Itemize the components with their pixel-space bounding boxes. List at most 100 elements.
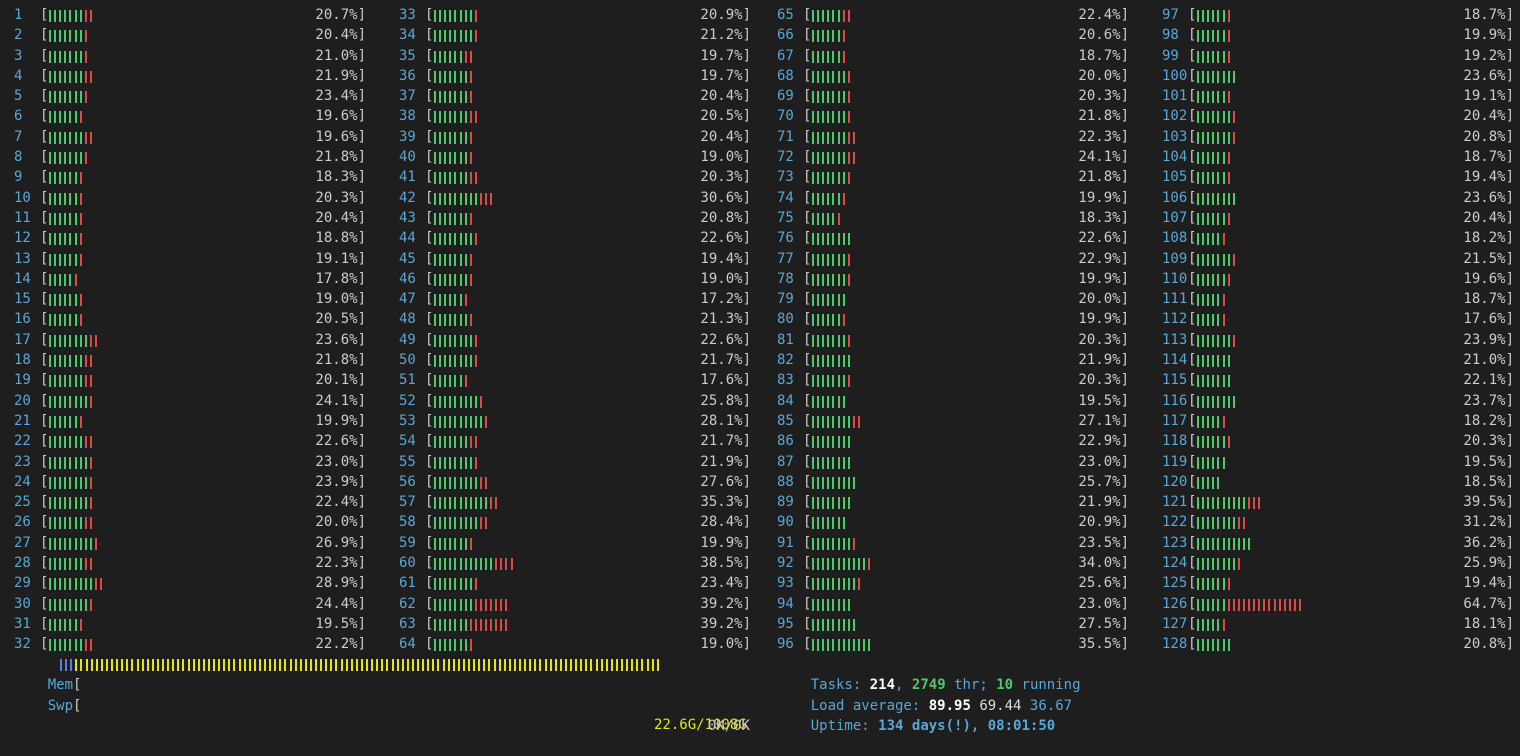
mem-bar — [580, 659, 583, 671]
cpu-bar-user — [1212, 294, 1215, 307]
cpu-bar-user — [459, 131, 462, 144]
cpu-meter-12: 12[18.8%] — [14, 228, 366, 248]
cpu-bar-user — [1217, 415, 1220, 428]
cpu-bracket-open: [ — [1188, 575, 1197, 592]
cpu-bar-user — [1202, 436, 1205, 449]
cpu-bar-user — [1222, 497, 1225, 510]
cpu-bar-user — [1232, 558, 1235, 571]
cpu-bar-kernel — [1299, 598, 1301, 611]
cpu-bar-user — [822, 355, 825, 368]
cpu-bar-user — [837, 294, 840, 307]
cpu-bar-user — [817, 578, 820, 591]
cpu-bar-user — [1212, 395, 1215, 408]
cpu-bar-user — [439, 111, 442, 124]
cpu-bar-user — [1202, 618, 1205, 631]
cpu-bar-user — [59, 334, 62, 347]
cpu-bar-user — [434, 273, 436, 286]
cpu-bar-user — [822, 598, 825, 611]
cpu-bar-kernel — [1242, 517, 1245, 530]
cpu-bar-user — [1207, 334, 1210, 347]
cpu-meter-74: 74[19.9%] — [777, 188, 1129, 208]
cpu-bar-user — [1207, 537, 1210, 550]
cpu-meter-97: 97[18.7%] — [1162, 5, 1514, 25]
cpu-bar-kernel — [490, 598, 493, 611]
cpu-bar-user — [449, 294, 452, 307]
cpu-number: 37 — [399, 88, 416, 105]
cpu-bar-user — [479, 497, 482, 510]
cpu-bracket-open: [ — [1188, 534, 1197, 551]
cpu-percent: 17.6%] — [700, 372, 751, 389]
cpu-bracket-open: [ — [40, 27, 49, 44]
cpu-meter-52: 52[25.8%] — [399, 391, 751, 411]
cpu-column-3: 65[22.4%] 66[20.6%] 67[18.7%] 68[20.0%] 69[2… — [777, 5, 1129, 655]
cpu-bar-user — [817, 212, 820, 225]
cpu-bracket-open: [ — [40, 189, 49, 206]
cpu-percent: 28.1%] — [700, 412, 751, 429]
cpu-bar-user — [1197, 294, 1199, 307]
cpu-bar-kernel — [1227, 273, 1230, 286]
cpu-bracket-open: [ — [803, 230, 812, 247]
cpu-bar-user — [1232, 517, 1235, 530]
cpu-bar-kernel — [1232, 131, 1235, 144]
cpu-bar-user — [49, 10, 51, 22]
cpu-bar-user — [1197, 497, 1199, 510]
cpu-percent: 18.7%] — [1463, 291, 1514, 308]
cpu-bar-kernel — [842, 314, 845, 327]
cpu-percent: 19.5%] — [1463, 453, 1514, 470]
cpu-percent: 20.4%] — [315, 209, 366, 226]
cpu-bar-user — [459, 172, 462, 185]
cpu-meter-32: 32[22.2%] — [14, 634, 366, 654]
cpu-bar-kernel — [868, 558, 871, 571]
cpu-bar-user — [1227, 639, 1230, 652]
cpu-percent: 18.2%] — [1463, 412, 1514, 429]
cpu-percent: 20.9%] — [700, 7, 751, 23]
cpu-bar-user — [1207, 558, 1210, 571]
cpu-bracket-open: [ — [803, 47, 812, 64]
cpu-bar-user — [1212, 415, 1215, 428]
mem-bar — [182, 659, 185, 671]
mem-bar — [595, 659, 598, 671]
cpu-bar-kernel — [495, 558, 498, 571]
cpu-bar-kernel — [79, 314, 82, 327]
cpu-bar-user — [822, 172, 825, 185]
cpu-bar-user — [79, 355, 82, 368]
cpu-bracket-open: [ — [425, 250, 434, 267]
cpu-bar-user — [49, 517, 51, 530]
cpu-bracket-open: [ — [40, 412, 49, 429]
cpu-percent: 25.9%] — [1463, 555, 1514, 572]
cpu-number: 41 — [399, 169, 416, 186]
cpu-bar-user — [832, 355, 835, 368]
cpu-bar-user — [822, 91, 825, 104]
cpu-bar-user — [827, 131, 830, 144]
cpu-percent: 23.6%] — [1463, 189, 1514, 206]
cpu-bar-user — [837, 415, 840, 428]
mem-bar — [381, 659, 384, 671]
cpu-bar-user — [64, 476, 67, 489]
cpu-bar-user — [1202, 476, 1205, 489]
cpu-bar-user — [837, 476, 840, 489]
cpu-bar-kernel — [1258, 598, 1261, 611]
cpu-number: 5 — [14, 88, 23, 105]
mem-bar — [366, 659, 368, 671]
cpu-bar-kernel — [1227, 50, 1230, 63]
cpu-percent: 20.4%] — [700, 128, 751, 145]
cpu-meter-61: 61[23.4%] — [399, 573, 751, 593]
cpu-number: 20 — [14, 392, 31, 409]
cpu-bar-user — [459, 375, 462, 388]
cpu-bar-user — [847, 355, 850, 368]
cpu-bar-user — [1222, 537, 1225, 550]
cpu-bar-user — [434, 172, 436, 185]
cpu-bar-user — [1212, 334, 1215, 347]
cpu-bracket-open: [ — [1188, 27, 1197, 44]
cpu-meter-67: 67[18.7%] — [777, 46, 1129, 66]
cpu-bar-user — [454, 253, 457, 266]
cpu-bar-user — [817, 355, 820, 368]
cpu-bracket-open: [ — [425, 108, 434, 125]
cpu-meter-78: 78[19.9%] — [777, 269, 1129, 289]
cpu-bar-user — [74, 91, 77, 104]
cpu-bar-kernel — [1227, 172, 1230, 185]
cpu-bar-user — [852, 639, 855, 652]
cpu-meter-68: 68[20.0%] — [777, 66, 1129, 86]
cpu-bar-user — [1202, 578, 1205, 591]
cpu-bar-user — [1232, 395, 1235, 408]
